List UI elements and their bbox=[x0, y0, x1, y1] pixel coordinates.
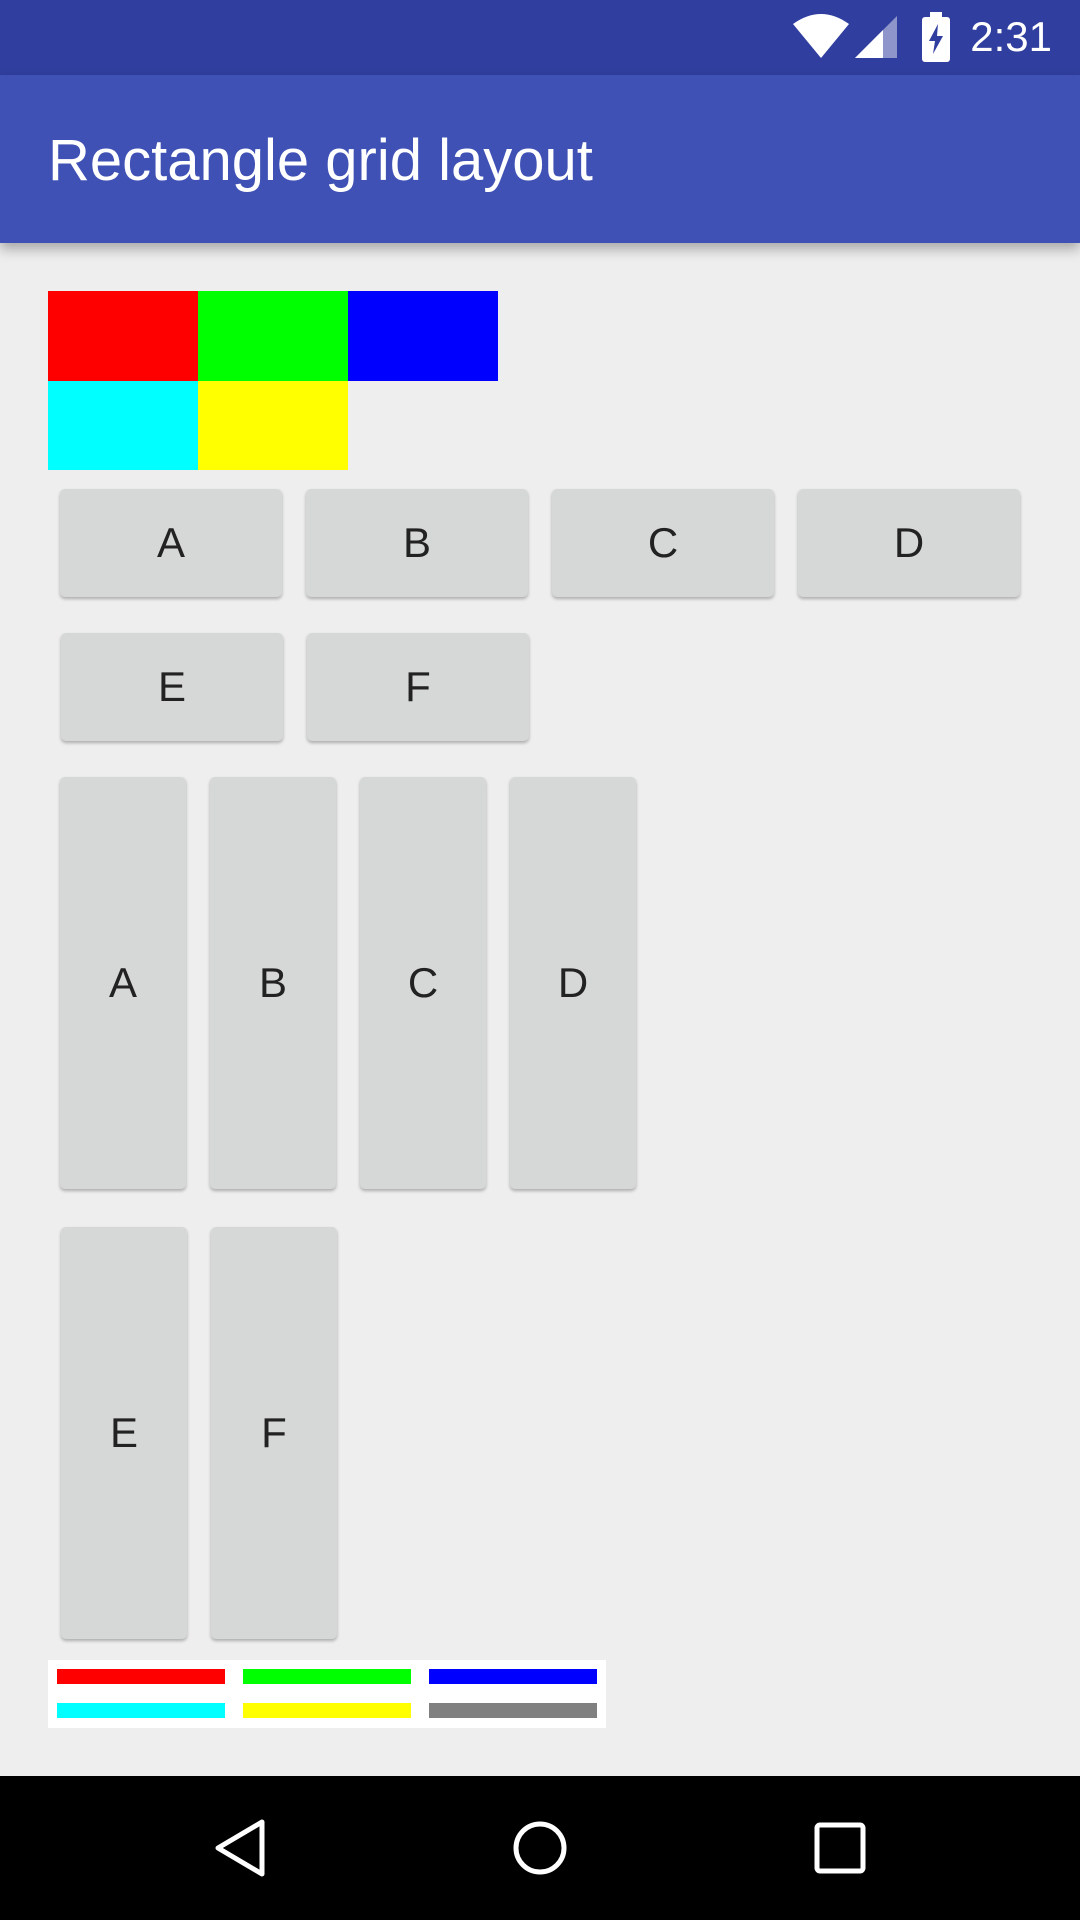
back-icon[interactable] bbox=[212, 1818, 268, 1878]
button-d[interactable]: D bbox=[798, 489, 1020, 597]
legend-bar-green bbox=[243, 1669, 411, 1684]
status-bar: 2:31 bbox=[0, 0, 1080, 75]
color-cell-green bbox=[198, 291, 348, 381]
color-cell-blue bbox=[348, 291, 498, 381]
tall-button-b[interactable]: B bbox=[210, 777, 336, 1189]
recents-icon[interactable] bbox=[812, 1818, 868, 1878]
page-title: Rectangle grid layout bbox=[48, 128, 593, 193]
color-cell-cyan bbox=[48, 381, 198, 470]
legend-bar-red bbox=[57, 1669, 225, 1684]
navigation-bar bbox=[0, 1776, 1080, 1920]
color-legend bbox=[48, 1660, 606, 1728]
button-f[interactable]: F bbox=[307, 633, 529, 741]
tall-button-f[interactable]: F bbox=[211, 1227, 337, 1639]
color-cell-red bbox=[48, 291, 198, 381]
button-a[interactable]: A bbox=[60, 489, 282, 597]
cell-signal-icon bbox=[855, 16, 897, 58]
tall-button-a[interactable]: A bbox=[60, 777, 186, 1189]
tall-button-d[interactable]: D bbox=[510, 777, 636, 1189]
wifi-icon bbox=[793, 14, 849, 58]
legend-bar-blue bbox=[429, 1669, 597, 1684]
legend-bar-cyan bbox=[57, 1703, 225, 1718]
button-b[interactable]: B bbox=[306, 489, 528, 597]
home-icon[interactable] bbox=[512, 1818, 568, 1878]
button-e[interactable]: E bbox=[61, 633, 283, 741]
status-time: 2:31 bbox=[970, 13, 1052, 60]
legend-bar-yellow bbox=[243, 1703, 411, 1718]
color-cell-yellow bbox=[198, 381, 348, 470]
legend-bar-gray bbox=[429, 1703, 597, 1718]
tall-button-c[interactable]: C bbox=[360, 777, 486, 1189]
tall-button-e[interactable]: E bbox=[61, 1227, 187, 1639]
button-c[interactable]: C bbox=[552, 489, 774, 597]
app-bar: Rectangle grid layout bbox=[0, 75, 1080, 243]
battery-charging-icon bbox=[922, 12, 950, 62]
